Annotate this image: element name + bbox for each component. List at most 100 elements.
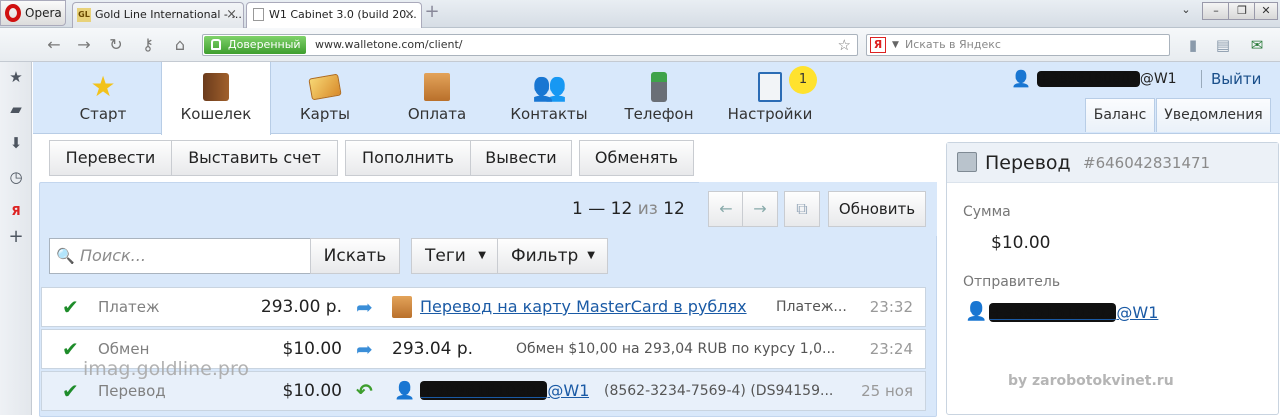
search-input[interactable]: 🔍 Поиск... xyxy=(49,238,311,274)
yandex-panel-icon[interactable]: Я xyxy=(7,202,25,220)
next-page-button[interactable]: → xyxy=(742,191,778,227)
redacted-user-id: +3896160802 xyxy=(1037,71,1140,87)
tags-dropdown[interactable]: Теги ▼ xyxy=(411,238,499,274)
transaction-time: 23:24 xyxy=(869,340,913,358)
filter-label: Фильтр xyxy=(511,246,579,266)
search-button[interactable]: Искать xyxy=(310,238,400,274)
signal-bars-icon[interactable]: ▮ xyxy=(1184,36,1202,54)
nav-item-contacts[interactable]: 👥 Контакты xyxy=(497,62,601,134)
new-tab-icon[interactable]: + xyxy=(424,3,440,21)
trusted-badge[interactable]: Доверенный xyxy=(204,36,306,54)
search-placeholder: Поиск... xyxy=(80,246,146,265)
transaction-target-link[interactable]: Перевод на карту MasterCard в рублях xyxy=(420,288,747,326)
sum-value: $10.00 xyxy=(991,233,1051,253)
reload-icon[interactable]: ↻ xyxy=(106,35,126,55)
table-row[interactable]: ✔ Платеж 293.00 р. ➦ Перевод на карту Ma… xyxy=(41,287,926,327)
lock-icon xyxy=(211,39,221,50)
refresh-button[interactable]: Обновить xyxy=(828,191,926,227)
walletone-page: ★ Старт Кошелек Карты Оплата 👥 Контакты … xyxy=(33,62,1280,417)
exchange-button[interactable]: Обменять xyxy=(579,140,694,176)
key-icon[interactable]: ⚷ xyxy=(138,35,158,55)
invoice-button[interactable]: Выставить счет xyxy=(171,140,338,176)
wallet-icon xyxy=(199,70,233,104)
transaction-time: 23:32 xyxy=(869,298,913,316)
check-icon: ✔ xyxy=(62,379,79,403)
tab-notifications[interactable]: Уведомления xyxy=(1156,98,1271,132)
minimize-button[interactable]: – xyxy=(1202,2,1230,20)
notes-icon[interactable]: ▤ xyxy=(1214,36,1232,54)
sender-link[interactable]: +38961610302@W1 xyxy=(989,303,1158,322)
arrow-right-icon: ➦ xyxy=(356,295,373,319)
pager-from: 1 xyxy=(572,199,583,219)
transfer-button[interactable]: Перевести xyxy=(49,140,172,176)
home-icon[interactable]: ⌂ xyxy=(170,35,190,55)
username-suffix: @W1 xyxy=(1139,71,1177,87)
username: +3896160802@W1 xyxy=(1037,68,1177,90)
topup-button[interactable]: Пополнить xyxy=(345,140,471,176)
chevron-down-icon[interactable]: ▼ xyxy=(892,35,899,55)
search-icon: 🔍 xyxy=(56,247,75,265)
transfer-icon xyxy=(957,152,977,172)
back-icon[interactable]: ← xyxy=(44,35,64,55)
address-bar: ← → ↻ ⚷ ⌂ Доверенный www.walletone.com/c… xyxy=(0,28,1280,62)
bookmark-star-icon[interactable]: ☆ xyxy=(838,35,851,55)
browser-sidebar: ★ ▰ ⬇ ◷ Я + xyxy=(0,62,32,415)
nav-item-phone[interactable]: Телефон xyxy=(613,62,705,134)
watermark-left: imag.goldline.pro xyxy=(83,358,249,380)
transaction-detail: Обмен $10,00 на 293,04 RUB по курсу 1,0.… xyxy=(516,341,836,357)
goldline-favicon-icon: GL xyxy=(77,8,91,22)
tab-list-icon[interactable]: ⌄ xyxy=(1172,2,1200,20)
opera-logo-icon xyxy=(5,4,21,22)
tab-label: Gold Line International - ... xyxy=(95,8,242,21)
tab-balance[interactable]: Баланс xyxy=(1085,98,1155,132)
url-field[interactable]: Доверенный www.walletone.com/client/ ☆ xyxy=(202,34,858,56)
nav-item-cards[interactable]: Карты xyxy=(279,62,371,134)
arrow-right-icon: ➦ xyxy=(356,337,373,361)
sum-label: Сумма xyxy=(963,204,1011,220)
check-icon: ✔ xyxy=(62,337,79,361)
downloads-icon[interactable]: ⬇ xyxy=(7,134,25,152)
prev-page-button[interactable]: ← xyxy=(708,191,744,227)
payment-icon xyxy=(420,70,454,104)
filter-dropdown[interactable]: Фильтр ▼ xyxy=(497,238,608,274)
trusted-label: Доверенный xyxy=(228,38,301,51)
browser-tab-goldline[interactable]: GL Gold Line International - ... × xyxy=(72,2,244,28)
browser-tab-w1-cabinet[interactable]: W1 Cabinet 3.0 (build 20... × xyxy=(246,2,422,28)
url-text[interactable]: www.walletone.com/client/ xyxy=(315,35,463,55)
notes-icon[interactable]: ▰ xyxy=(7,100,25,118)
bookmarks-star-icon[interactable]: ★ xyxy=(7,68,25,86)
opera-menu-button[interactable]: Opera xyxy=(0,0,66,26)
settings-icon xyxy=(753,70,787,104)
opera-menu-label: Opera xyxy=(25,6,62,20)
main-nav: ★ Старт Кошелек Карты Оплата 👥 Контакты … xyxy=(33,62,1280,135)
transaction-detail: Платеж... xyxy=(776,299,847,315)
nav-label: Телефон xyxy=(624,105,694,123)
nav-item-start[interactable]: ★ Старт xyxy=(57,62,149,134)
nav-item-wallet[interactable]: Кошелек xyxy=(161,62,271,135)
details-id: #646042831471 xyxy=(1083,154,1211,172)
logout-link[interactable]: Выйти xyxy=(1211,68,1261,90)
nav-item-payment[interactable]: Оплата xyxy=(391,62,483,134)
add-panel-icon[interactable]: + xyxy=(7,228,25,246)
nav-label: Настройки xyxy=(727,105,813,123)
pages-icon[interactable]: ⧉ xyxy=(784,191,820,227)
sender-suffix: @W1 xyxy=(1116,303,1159,322)
yandex-icon[interactable]: Я xyxy=(870,37,886,53)
transaction-sender-link[interactable]: +38961610302@W1 xyxy=(420,372,589,410)
tab-label: W1 Cabinet 3.0 (build 20... xyxy=(269,8,417,21)
close-tab-icon[interactable]: × xyxy=(226,3,237,27)
withdraw-button[interactable]: Вывести xyxy=(470,140,572,176)
yandex-search-field[interactable]: Я ▼ Искать в Яндекс xyxy=(866,34,1170,56)
details-header: Перевод #646042831471 xyxy=(947,143,1278,183)
redacted-user-id: +38961610302 xyxy=(989,303,1117,322)
forward-icon[interactable]: → xyxy=(74,35,94,55)
redacted-user-id: +38961610302 xyxy=(420,381,548,400)
payment-icon xyxy=(392,296,412,318)
close-window-button[interactable]: ✕ xyxy=(1254,2,1278,20)
mail-icon[interactable]: ✉ xyxy=(1248,36,1266,54)
star-icon: ★ xyxy=(90,70,116,103)
history-clock-icon[interactable]: ◷ xyxy=(7,168,25,186)
sender-suffix: @W1 xyxy=(547,381,590,400)
maximize-button[interactable]: ❐ xyxy=(1228,2,1256,20)
close-tab-icon[interactable]: × xyxy=(404,3,415,27)
